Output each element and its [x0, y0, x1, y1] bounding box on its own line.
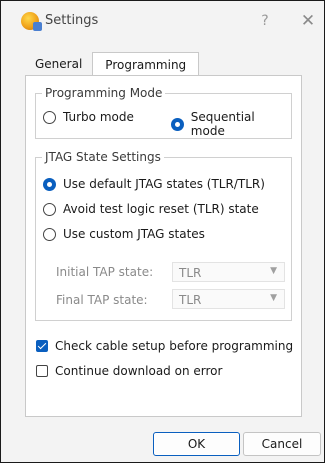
- settings-dialog: Settings ? ✕ General Programming Program…: [0, 0, 325, 463]
- radio-button[interactable]: [43, 202, 56, 216]
- radio-button[interactable]: [43, 110, 56, 124]
- jtag-state-legend: JTAG State Settings: [42, 150, 164, 164]
- checkbox-label: Check cable setup before programming: [55, 339, 294, 353]
- checkbox-label: Continue download on error: [55, 364, 223, 378]
- ok-button[interactable]: OK: [153, 432, 240, 456]
- programming-mode-group: Programming Mode Turbo mode Sequential m…: [35, 86, 292, 139]
- settings-app-icon: [21, 12, 42, 31]
- select-value: TLR: [179, 293, 202, 307]
- radio-default-jtag[interactable]: Use default JTAG states (TLR/TLR): [43, 177, 265, 191]
- radio-turbo-mode[interactable]: Turbo mode: [43, 110, 134, 124]
- tab-programming[interactable]: Programming: [92, 52, 200, 77]
- radio-label: Use default JTAG states (TLR/TLR): [63, 177, 265, 191]
- check-cable-setup[interactable]: Check cable setup before programming: [36, 339, 293, 353]
- checkbox-checked[interactable]: [36, 340, 48, 352]
- radio-label: Use custom JTAG states: [63, 227, 205, 241]
- programming-panel: Programming Mode Turbo mode Sequential m…: [25, 75, 302, 417]
- cancel-button[interactable]: Cancel: [243, 432, 321, 456]
- programming-mode-legend: Programming Mode: [42, 86, 166, 100]
- radio-custom-jtag[interactable]: Use custom JTAG states: [43, 227, 205, 241]
- initial-tap-select[interactable]: TLR ▼: [172, 262, 285, 282]
- final-tap-select[interactable]: TLR ▼: [172, 289, 285, 309]
- radio-button[interactable]: [43, 227, 56, 241]
- help-button[interactable]: ?: [256, 11, 274, 31]
- checkbox[interactable]: [36, 365, 48, 377]
- tab-general[interactable]: General: [25, 53, 92, 75]
- initial-tap-label: Initial TAP state:: [56, 265, 154, 279]
- check-continue-on-error[interactable]: Continue download on error: [36, 364, 222, 378]
- radio-label: Sequential mode: [190, 110, 255, 138]
- final-tap-label: Final TAP state:: [56, 293, 148, 307]
- select-value: TLR: [179, 266, 202, 280]
- title-bar: Settings ? ✕: [1, 1, 324, 41]
- jtag-state-group: JTAG State Settings Use default JTAG sta…: [35, 150, 292, 321]
- radio-label: Avoid test logic reset (TLR) state: [63, 202, 259, 216]
- radio-label: Turbo mode: [63, 110, 134, 124]
- radio-button-selected[interactable]: [171, 117, 184, 131]
- chevron-down-icon: ▼: [270, 293, 277, 303]
- radio-avoid-tlr[interactable]: Avoid test logic reset (TLR) state: [43, 202, 259, 216]
- radio-sequential-mode[interactable]: Sequential mode: [171, 110, 291, 138]
- window-title: Settings: [45, 13, 99, 28]
- radio-button-selected[interactable]: [43, 177, 56, 191]
- chevron-down-icon: ▼: [270, 266, 277, 276]
- tab-bar: General Programming: [25, 52, 200, 77]
- close-button[interactable]: ✕: [299, 10, 317, 32]
